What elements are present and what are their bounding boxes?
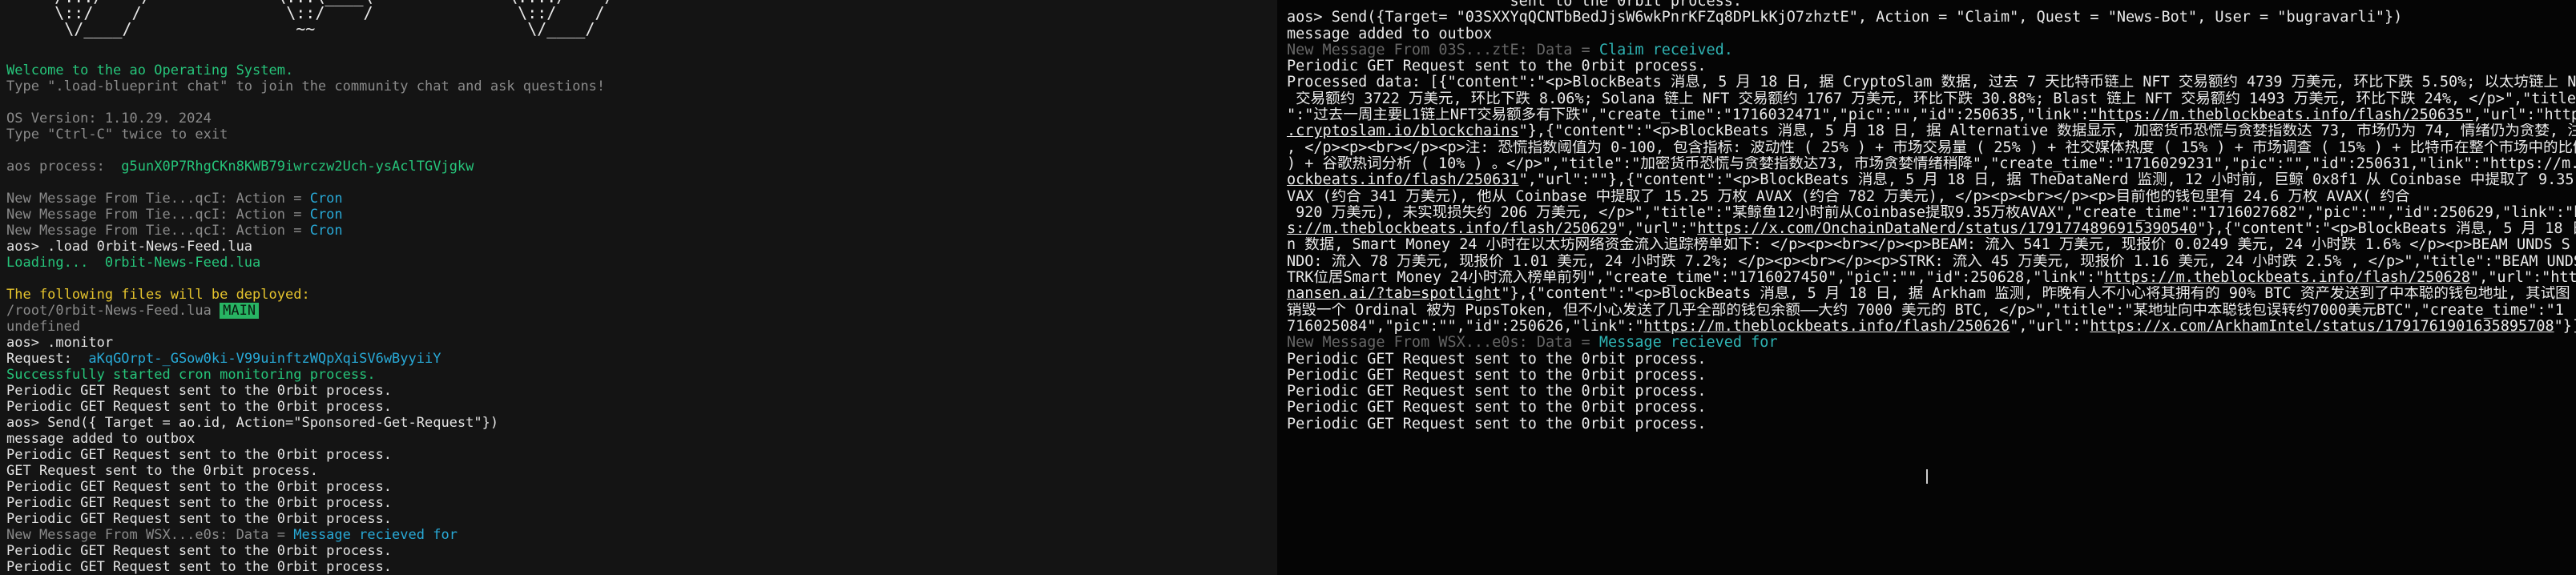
processed-data-line: s://m.theblockbeats.info/flash/250629","…: [1287, 221, 2576, 238]
left-terminal-output: Welcome to the ao Operating System. Type…: [6, 62, 1277, 575]
deploy-file-line: /root/0rbit-News-Feed.lua MAIN: [6, 303, 1277, 319]
left-terminal-pane[interactable]: /:::/ / \:::\____\ \::::/ / \::/ / \::/ …: [0, 0, 1277, 575]
periodic-line: Periodic GET Request sent to the 0rbit p…: [1287, 416, 1707, 432]
cron-message-line: New Message From Tie...qcI: Action = Cro…: [6, 223, 343, 239]
link[interactable]: https://m.theblockbeats.info/flash/25062…: [2104, 270, 2470, 286]
periodic-line: Periodic GET Request sent to the 0rbit p…: [6, 543, 393, 559]
periodic-line: Periodic GET Request sent to the 0rbit p…: [1287, 384, 1707, 400]
processed-data-line: n 数据, Smart Money 24 小时在以太坊网络资金流入追踪榜单如下:…: [1287, 237, 2570, 254]
processed-data-line: Processed data: [{"content":"<p>BlockBea…: [1287, 74, 2576, 91]
ctrl-c-hint-line: Type "Ctrl-C" twice to exit: [6, 127, 228, 143]
processed-data-line: ) + 谷歌热词分析 ( 10% ) 。</p>","title":"加密货币恐…: [1287, 155, 2576, 172]
right-terminal-output: sent to the 0rbit process. aos> Send({Ta…: [1287, 0, 2576, 432]
message-received-line: New Message From WSX...e0s: Data = Messa…: [6, 527, 458, 543]
claim-message-line: New Message From 03S...ztE: Data = Claim…: [1287, 42, 1733, 58]
processed-data-line: ":"过去一周主要L1链上NFT交易额多有下跌","create_time":"…: [1287, 107, 2576, 124]
processed-data-line: 交易额约 3722 万美元, 环比下跌 8.06%; Solana 链上 NFT…: [1287, 90, 2576, 107]
get-request-line: GET Request sent to the 0rbit process.: [6, 463, 318, 479]
periodic-line: Periodic GET Request sent to the 0rbit p…: [1287, 351, 1707, 368]
request-line: Request: aKqGOrpt-_GSow0ki-V99uinftzWQpX…: [6, 351, 441, 367]
outbox-line: message added to outbox: [6, 431, 196, 447]
processed-data-line: VAX (约合 341 万美元), 他从 Coinbase 中提取了 15.25…: [1287, 188, 2410, 205]
periodic-line: Periodic GET Request sent to the 0rbit p…: [6, 447, 393, 463]
link[interactable]: s://m.theblockbeats.info/flash/250629: [1287, 221, 1617, 237]
request-id: aKqGOrpt-_GSow0ki-V99uinftzWQpXqiSV6wByy…: [88, 351, 441, 367]
periodic-line: Periodic GET Request sent to the 0rbit p…: [6, 479, 393, 495]
link[interactable]: "https://m.theblockbeats.info/flash/2506…: [2089, 107, 2473, 123]
link[interactable]: .cryptoslam.io/blockchains: [1287, 123, 1519, 139]
periodic-line: Periodic GET Request sent to the 0rbit p…: [1287, 400, 1707, 416]
link[interactable]: https://x.com/ArkhamIntel/status/1791761…: [2090, 319, 2554, 335]
periodic-line: Periodic GET Request sent to the 0rbit p…: [1287, 58, 1707, 75]
processed-data-line: , </p><p><br></p><p>注: 恐慌指数阈值为 0-100, 包含…: [1287, 139, 2576, 156]
ao-ascii-logo: /:::/ / \:::\____\ \::::/ / \::/ / \::/ …: [54, 0, 614, 38]
processed-data-line: NDO: 流入 78 万美元, 现报价 1.01 美元, 24 小时跌 7.2%…: [1287, 253, 2576, 270]
link[interactable]: https://x.com/OnchainDataNerd/status/179…: [1697, 221, 2197, 237]
periodic-line: Periodic GET Request sent to the 0rbit p…: [6, 383, 393, 399]
right-terminal-pane[interactable]: sent to the 0rbit process. aos> Send({Ta…: [1277, 0, 2576, 575]
aos-process-id[interactable]: g5unX0P7RhgCKn8KWB79iwrczw2Uch-ysAclTGVj…: [121, 159, 474, 175]
deploy-notice-line: The following files will be deployed:: [6, 287, 310, 303]
monitor-command-line: aos> .monitor: [6, 335, 114, 351]
link[interactable]: ockbeats.info/flash/250631: [1287, 172, 1519, 188]
terminal-line: sent to the 0rbit process.: [1287, 0, 1743, 10]
cron-message-line: New Message From Tie...qcI: Action = Cro…: [6, 207, 343, 223]
os-version-line: OS Version: 1.10.29. 2024: [6, 111, 212, 127]
message-received-line: New Message From WSX...e0s: Data = Messa…: [1287, 335, 1778, 352]
send-command-line: aos> Send({ Target = ao.id, Action="Spon…: [6, 415, 499, 431]
processed-data-line: TRK位居Smart Money 24小时流入榜单前列","create_tim…: [1287, 270, 2576, 287]
cron-message-line: New Message From Tie...qcI: Action = Cro…: [6, 191, 343, 207]
main-badge: MAIN: [220, 303, 260, 319]
periodic-line: Periodic GET Request sent to the 0rbit p…: [6, 495, 393, 511]
undefined-line: undefined: [6, 319, 81, 335]
aos-process-line: aos process: g5unX0P7RhgCKn8KWB79iwrczw2…: [6, 159, 474, 175]
periodic-line: Periodic GET Request sent to the 0rbit p…: [6, 399, 393, 415]
processed-data-line: nansen.ai/?tab=spotlight"},{"content":"<…: [1287, 286, 2570, 303]
periodic-line: Periodic GET Request sent to the 0rbit p…: [6, 559, 393, 575]
link[interactable]: https://m.theblockbeats.info/flash/25062…: [1644, 319, 2010, 335]
loading-line: Loading... 0rbit-News-Feed.lua: [6, 255, 261, 271]
text-cursor-icon: [1926, 469, 1928, 484]
welcome-line: Welcome to the ao Operating System.: [6, 62, 294, 78]
cron-started-line: Successfully started cron monitoring pro…: [6, 367, 376, 383]
processed-data-line: 920 万美元), 未实现损失约 206 万美元, </p>","title":…: [1287, 204, 2576, 221]
link[interactable]: nansen.ai/?tab=spotlight: [1287, 286, 1501, 302]
send-claim-command-line: aos> Send({Target= "03SXXYqQCNTbBedJjsW6…: [1287, 10, 2403, 26]
processed-data-line: 716025084","pic":"","id":250626,"link":"…: [1287, 318, 2576, 335]
blueprint-hint-line: Type ".load-blueprint chat" to join the …: [6, 78, 606, 94]
periodic-line: Periodic GET Request sent to the 0rbit p…: [6, 511, 393, 527]
periodic-line: Periodic GET Request sent to the 0rbit p…: [1287, 367, 1707, 384]
processed-data-line: ockbeats.info/flash/250631","url":""},{"…: [1287, 172, 2576, 189]
outbox-line: message added to outbox: [1287, 26, 1493, 42]
load-command-line: aos> .load 0rbit-News-Feed.lua: [6, 239, 253, 255]
processed-data-line: .cryptoslam.io/blockchains"},{"content":…: [1287, 123, 2576, 140]
processed-data-line: 销毁一个 Ordinal 被为 PupsToken, 但不小心发送了几乎全部的钱…: [1287, 302, 2564, 319]
